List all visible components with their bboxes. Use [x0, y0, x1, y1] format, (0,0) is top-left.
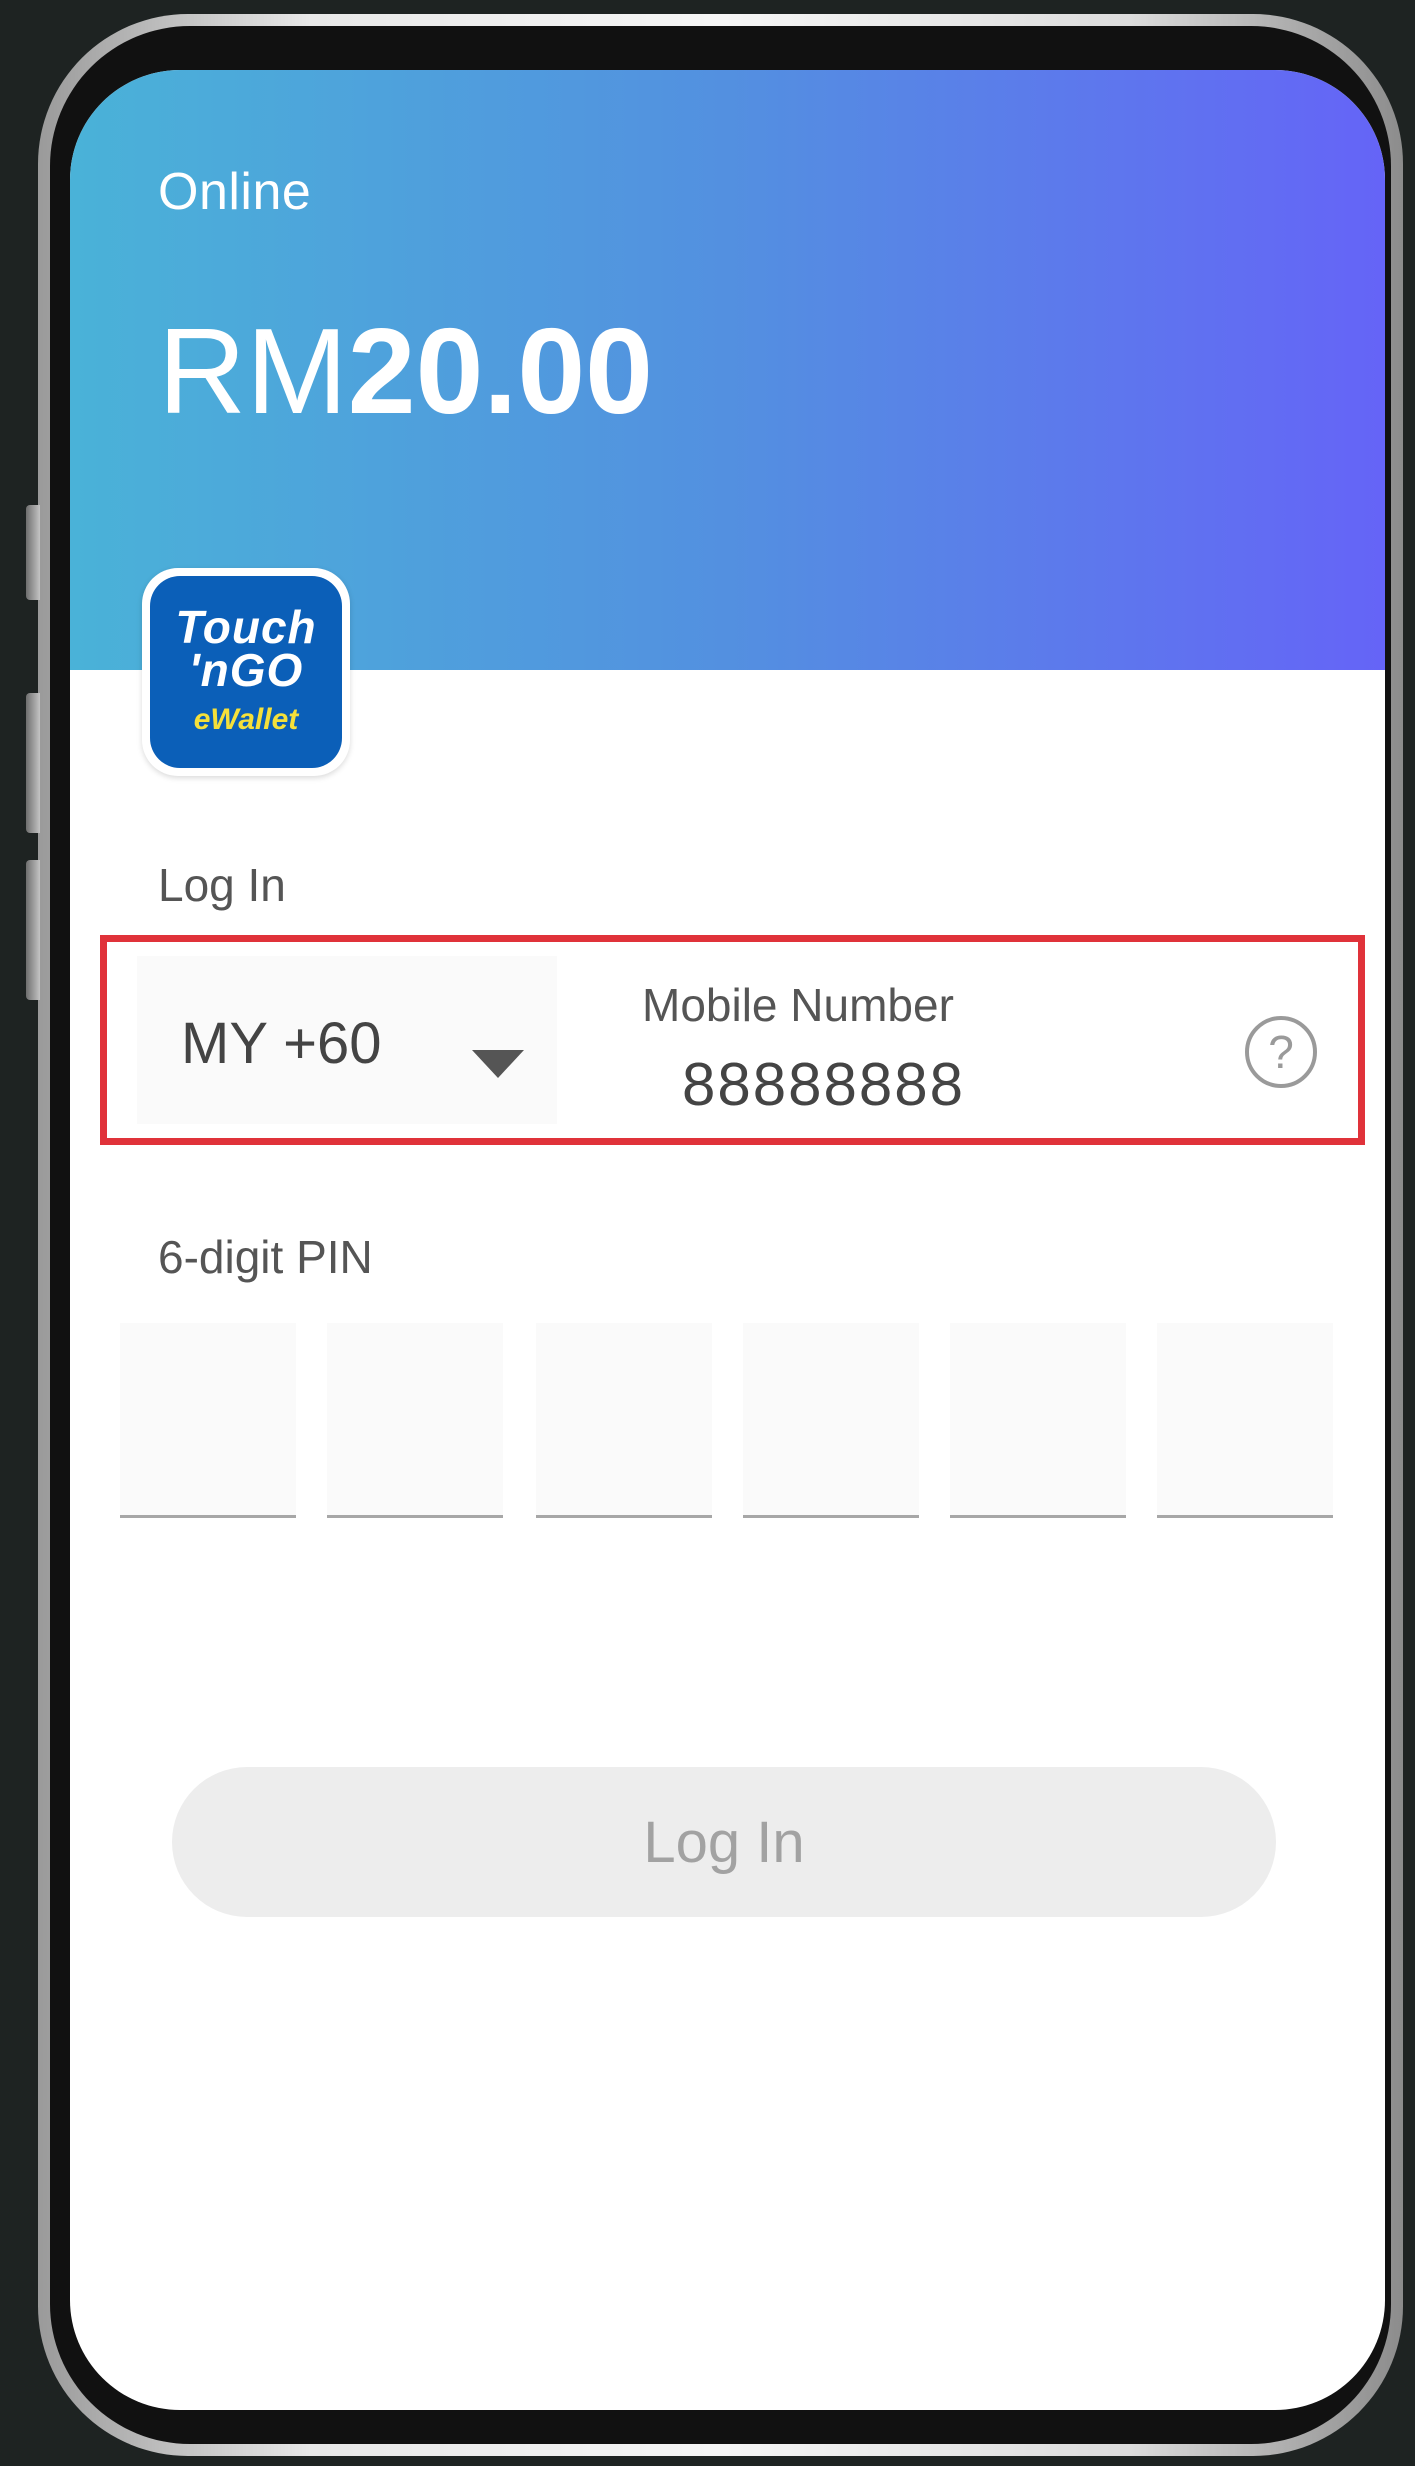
pin-digit-1[interactable]	[120, 1323, 296, 1518]
country-code-value: MY +60	[181, 1011, 382, 1076]
country-code-select[interactable]: MY +60	[137, 956, 557, 1124]
logo-text-touch: Touch	[175, 600, 317, 653]
logo-badge: Touch 'nGO eWallet	[150, 576, 342, 768]
pin-digit-2[interactable]	[327, 1323, 503, 1518]
pin-digit-5[interactable]	[950, 1323, 1126, 1518]
pin-digit-4[interactable]	[743, 1323, 919, 1518]
side-button-volume-down	[26, 860, 40, 1000]
pin-digit-6[interactable]	[1157, 1323, 1333, 1518]
balance-display: RM20.00	[158, 310, 653, 432]
pin-input-row	[120, 1323, 1335, 1518]
pin-label: 6-digit PIN	[158, 1231, 373, 1283]
app-screen: Online RM20.00 Touch 'nGO eWallet Log In…	[70, 70, 1385, 2410]
mobile-number-input[interactable]: 88888888	[682, 1050, 965, 1119]
login-section-label: Log In	[158, 859, 286, 911]
chevron-down-icon	[472, 1050, 524, 1078]
status-text: Online	[158, 163, 312, 221]
pin-digit-3[interactable]	[536, 1323, 712, 1518]
login-button[interactable]: Log In	[172, 1767, 1276, 1917]
side-button-volume-up	[26, 693, 40, 833]
balance-amount: 20.00	[347, 303, 654, 439]
logo-text-ngo: 'nGO	[188, 644, 304, 696]
mobile-number-row: MY +60 Mobile Number 88888888 ?	[100, 935, 1365, 1145]
logo-text-ewallet: eWallet	[193, 703, 299, 737]
side-button-silent	[26, 505, 40, 600]
tng-ewallet-logo: Touch 'nGO eWallet	[142, 568, 350, 776]
balance-currency: RM	[158, 303, 348, 439]
mobile-number-label: Mobile Number	[642, 979, 954, 1031]
question-circle-icon[interactable]: ?	[1245, 1016, 1317, 1088]
